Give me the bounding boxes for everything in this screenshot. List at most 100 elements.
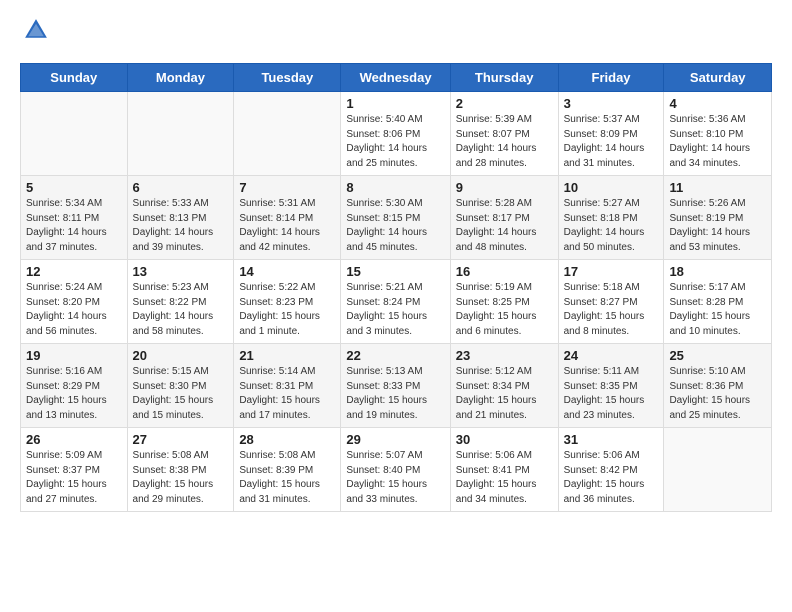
calendar-cell: 21Sunrise: 5:14 AM Sunset: 8:31 PM Dayli… (234, 344, 341, 428)
col-friday: Friday (558, 64, 664, 92)
day-info: Sunrise: 5:06 AM Sunset: 8:42 PM Dayligh… (564, 449, 659, 507)
calendar-cell: 17 Sunrise: 5:18 AM Sunset: 8:27 PM Dayli… (558, 260, 664, 344)
header (20, 16, 772, 49)
day-number: 10 (564, 180, 659, 195)
logo (20, 16, 50, 49)
day-number: 2 (456, 96, 553, 111)
day-info: Sunrise: 5:15 AM Sunset: 8:30 PM Dayligh… (133, 365, 229, 423)
calendar-week-row: 1Sunrise: 5:40 AM Sunset: 8:06 PM Daylig… (21, 92, 772, 176)
day-number: 30 (456, 432, 553, 447)
day-number: 23 (456, 348, 553, 363)
calendar-cell (234, 92, 341, 176)
col-tuesday: Tuesday (234, 64, 341, 92)
calendar-cell: 9 Sunrise: 5:28 AM Sunset: 8:17 PM Daylig… (450, 176, 558, 260)
day-number: 13 (133, 264, 229, 279)
col-monday: Monday (127, 64, 234, 92)
day-info: Sunrise: 5:36 AM Sunset: 8:10 PM Dayligh… (669, 113, 766, 171)
calendar-cell: 20 Sunrise: 5:15 AM Sunset: 8:30 PM Dayli… (127, 344, 234, 428)
day-info: Sunrise: 5:37 AM Sunset: 8:09 PM Dayligh… (564, 113, 659, 171)
calendar-cell: 13 Sunrise: 5:23 AM Sunset: 8:22 PM Dayli… (127, 260, 234, 344)
col-saturday: Saturday (664, 64, 772, 92)
day-info: Sunrise: 5:07 AM Sunset: 8:40 PM Dayligh… (346, 449, 444, 507)
day-number: 24 (564, 348, 659, 363)
day-info: Sunrise: 5:13 AM Sunset: 8:33 PM Dayligh… (346, 365, 444, 423)
day-number: 15 (346, 264, 444, 279)
calendar-cell: 19 Sunrise: 5:16 AM Sunset: 8:29 PM Dayli… (21, 344, 128, 428)
day-number: 3 (564, 96, 659, 111)
calendar-cell (21, 92, 128, 176)
calendar-cell (664, 428, 772, 512)
day-info: Sunrise: 5:31 AM Sunset: 8:14 PM Dayligh… (239, 197, 335, 255)
calendar-week-row: 12 Sunrise: 5:24 AM Sunset: 8:20 PM Dayli… (21, 260, 772, 344)
day-number: 9 (456, 180, 553, 195)
day-info: Sunrise: 5:17 AM Sunset: 8:28 PM Dayligh… (669, 281, 766, 339)
day-number: 14 (239, 264, 335, 279)
day-number: 25 (669, 348, 766, 363)
calendar-cell: 7Sunrise: 5:31 AM Sunset: 8:14 PM Daylig… (234, 176, 341, 260)
day-info: Sunrise: 5:18 AM Sunset: 8:27 PM Dayligh… (564, 281, 659, 339)
col-sunday: Sunday (21, 64, 128, 92)
day-number: 18 (669, 264, 766, 279)
col-wednesday: Wednesday (341, 64, 450, 92)
day-number: 31 (564, 432, 659, 447)
calendar-week-row: 26 Sunrise: 5:09 AM Sunset: 8:37 PM Dayli… (21, 428, 772, 512)
calendar-cell: 26 Sunrise: 5:09 AM Sunset: 8:37 PM Dayli… (21, 428, 128, 512)
logo-icon (22, 16, 50, 44)
day-info: Sunrise: 5:09 AM Sunset: 8:37 PM Dayligh… (26, 449, 122, 507)
day-number: 11 (669, 180, 766, 195)
calendar-cell: 18 Sunrise: 5:17 AM Sunset: 8:28 PM Dayli… (664, 260, 772, 344)
day-info: Sunrise: 5:11 AM Sunset: 8:35 PM Dayligh… (564, 365, 659, 423)
calendar-table: Sunday Monday Tuesday Wednesday Thursday… (20, 63, 772, 512)
day-info: Sunrise: 5:12 AM Sunset: 8:34 PM Dayligh… (456, 365, 553, 423)
day-number: 4 (669, 96, 766, 111)
calendar-cell: 27Sunrise: 5:08 AM Sunset: 8:38 PM Dayli… (127, 428, 234, 512)
day-info: Sunrise: 5:28 AM Sunset: 8:17 PM Dayligh… (456, 197, 553, 255)
calendar-cell: 24 Sunrise: 5:11 AM Sunset: 8:35 PM Dayli… (558, 344, 664, 428)
day-number: 6 (133, 180, 229, 195)
day-number: 16 (456, 264, 553, 279)
calendar-cell: 30Sunrise: 5:06 AM Sunset: 8:41 PM Dayli… (450, 428, 558, 512)
calendar-header-row: Sunday Monday Tuesday Wednesday Thursday… (21, 64, 772, 92)
calendar-cell: 31 Sunrise: 5:06 AM Sunset: 8:42 PM Dayli… (558, 428, 664, 512)
day-number: 17 (564, 264, 659, 279)
day-number: 12 (26, 264, 122, 279)
calendar-cell: 1Sunrise: 5:40 AM Sunset: 8:06 PM Daylig… (341, 92, 450, 176)
day-number: 8 (346, 180, 444, 195)
calendar-cell (127, 92, 234, 176)
day-info: Sunrise: 5:39 AM Sunset: 8:07 PM Dayligh… (456, 113, 553, 171)
day-number: 20 (133, 348, 229, 363)
calendar-cell: 2 Sunrise: 5:39 AM Sunset: 8:07 PM Daylig… (450, 92, 558, 176)
day-number: 22 (346, 348, 444, 363)
day-number: 19 (26, 348, 122, 363)
day-info: Sunrise: 5:22 AM Sunset: 8:23 PM Dayligh… (239, 281, 335, 339)
page: Sunday Monday Tuesday Wednesday Thursday… (0, 0, 792, 612)
day-number: 26 (26, 432, 122, 447)
calendar-cell: 5Sunrise: 5:34 AM Sunset: 8:11 PM Daylig… (21, 176, 128, 260)
day-number: 5 (26, 180, 122, 195)
day-info: Sunrise: 5:26 AM Sunset: 8:19 PM Dayligh… (669, 197, 766, 255)
calendar-cell: 22 Sunrise: 5:13 AM Sunset: 8:33 PM Dayli… (341, 344, 450, 428)
day-number: 29 (346, 432, 444, 447)
day-info: Sunrise: 5:10 AM Sunset: 8:36 PM Dayligh… (669, 365, 766, 423)
day-info: Sunrise: 5:33 AM Sunset: 8:13 PM Dayligh… (133, 197, 229, 255)
calendar-cell: 4 Sunrise: 5:36 AM Sunset: 8:10 PM Daylig… (664, 92, 772, 176)
calendar-cell: 12 Sunrise: 5:24 AM Sunset: 8:20 PM Dayli… (21, 260, 128, 344)
day-info: Sunrise: 5:24 AM Sunset: 8:20 PM Dayligh… (26, 281, 122, 339)
calendar-cell: 6 Sunrise: 5:33 AM Sunset: 8:13 PM Daylig… (127, 176, 234, 260)
calendar-cell: 15 Sunrise: 5:21 AM Sunset: 8:24 PM Dayli… (341, 260, 450, 344)
calendar-cell: 14 Sunrise: 5:22 AM Sunset: 8:23 PM Dayli… (234, 260, 341, 344)
calendar-cell: 3 Sunrise: 5:37 AM Sunset: 8:09 PM Daylig… (558, 92, 664, 176)
day-info: Sunrise: 5:23 AM Sunset: 8:22 PM Dayligh… (133, 281, 229, 339)
day-info: Sunrise: 5:16 AM Sunset: 8:29 PM Dayligh… (26, 365, 122, 423)
col-thursday: Thursday (450, 64, 558, 92)
calendar-cell: 28 Sunrise: 5:08 AM Sunset: 8:39 PM Dayli… (234, 428, 341, 512)
calendar-cell: 16 Sunrise: 5:19 AM Sunset: 8:25 PM Dayli… (450, 260, 558, 344)
day-number: 1 (346, 96, 444, 111)
day-info: Sunrise: 5:21 AM Sunset: 8:24 PM Dayligh… (346, 281, 444, 339)
calendar-cell: 8 Sunrise: 5:30 AM Sunset: 8:15 PM Daylig… (341, 176, 450, 260)
day-info: Sunrise: 5:19 AM Sunset: 8:25 PM Dayligh… (456, 281, 553, 339)
day-info: Sunrise: 5:08 AM Sunset: 8:39 PM Dayligh… (239, 449, 335, 507)
calendar-cell: 23 Sunrise: 5:12 AM Sunset: 8:34 PM Dayli… (450, 344, 558, 428)
day-number: 28 (239, 432, 335, 447)
day-info: Sunrise: 5:30 AM Sunset: 8:15 PM Dayligh… (346, 197, 444, 255)
